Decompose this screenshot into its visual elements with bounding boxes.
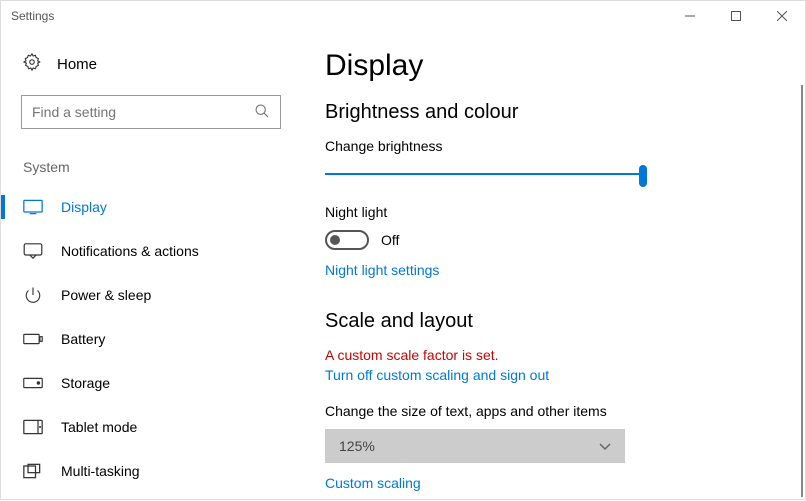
sidebar-item-label: Display bbox=[61, 199, 107, 215]
gear-icon bbox=[23, 53, 41, 75]
close-button[interactable] bbox=[759, 1, 805, 31]
home-label: Home bbox=[57, 56, 97, 73]
search-input[interactable] bbox=[32, 104, 254, 120]
slider-track bbox=[325, 173, 645, 175]
sidebar-item-notifications[interactable]: Notifications & actions bbox=[21, 229, 281, 273]
night-light-toggle[interactable] bbox=[325, 230, 369, 250]
sidebar-item-multitasking[interactable]: Multi-tasking bbox=[21, 449, 281, 493]
night-light-label: Night light bbox=[325, 204, 765, 220]
turn-off-scaling-link[interactable]: Turn off custom scaling and sign out bbox=[325, 367, 549, 383]
sidebar-item-label: Battery bbox=[61, 331, 105, 347]
sidebar-item-storage[interactable]: Storage bbox=[21, 361, 281, 405]
minimize-button[interactable] bbox=[667, 1, 713, 31]
display-icon bbox=[23, 199, 43, 215]
content-pane: Display Brightness and colour Change bri… bbox=[301, 31, 805, 501]
battery-icon bbox=[23, 333, 43, 345]
tablet-icon bbox=[23, 419, 43, 435]
search-icon bbox=[254, 103, 270, 122]
night-light-state: Off bbox=[381, 232, 399, 248]
brightness-slider[interactable] bbox=[325, 164, 645, 184]
brightness-heading: Brightness and colour bbox=[325, 101, 765, 124]
page-title: Display bbox=[325, 49, 765, 83]
home-nav[interactable]: Home bbox=[21, 41, 281, 95]
sidebar-item-label: Multi-tasking bbox=[61, 463, 140, 479]
text-size-label: Change the size of text, apps and other … bbox=[325, 403, 765, 419]
notifications-icon bbox=[23, 243, 43, 259]
scale-heading: Scale and layout bbox=[325, 310, 765, 333]
slider-thumb[interactable] bbox=[639, 165, 647, 187]
sidebar: Home System Display Notifications & acti… bbox=[1, 31, 301, 501]
multitasking-icon bbox=[23, 463, 43, 479]
brightness-slider-label: Change brightness bbox=[325, 138, 765, 154]
sidebar-item-display[interactable]: Display bbox=[21, 185, 281, 229]
night-light-settings-link[interactable]: Night light settings bbox=[325, 262, 439, 278]
maximize-button[interactable] bbox=[713, 1, 759, 31]
titlebar: Settings bbox=[1, 1, 805, 31]
sidebar-group-label: System bbox=[21, 159, 281, 175]
storage-icon bbox=[23, 377, 43, 389]
sidebar-item-power[interactable]: Power & sleep bbox=[21, 273, 281, 317]
sidebar-item-label: Notifications & actions bbox=[61, 243, 199, 259]
sidebar-item-tablet-mode[interactable]: Tablet mode bbox=[21, 405, 281, 449]
window-title: Settings bbox=[11, 9, 54, 23]
sidebar-item-battery[interactable]: Battery bbox=[21, 317, 281, 361]
custom-scaling-link[interactable]: Custom scaling bbox=[325, 475, 421, 491]
sidebar-item-label: Tablet mode bbox=[61, 419, 137, 435]
search-input-wrap[interactable] bbox=[21, 95, 281, 129]
text-size-value: 125% bbox=[339, 438, 375, 454]
custom-scale-warning: A custom scale factor is set. bbox=[325, 347, 765, 363]
sidebar-item-label: Power & sleep bbox=[61, 287, 151, 303]
toggle-knob bbox=[330, 235, 340, 245]
sidebar-item-label: Storage bbox=[61, 375, 110, 391]
scrollbar[interactable] bbox=[801, 85, 803, 497]
chevron-down-icon bbox=[599, 438, 611, 454]
text-size-select[interactable]: 125% bbox=[325, 429, 625, 463]
power-icon bbox=[23, 286, 43, 304]
